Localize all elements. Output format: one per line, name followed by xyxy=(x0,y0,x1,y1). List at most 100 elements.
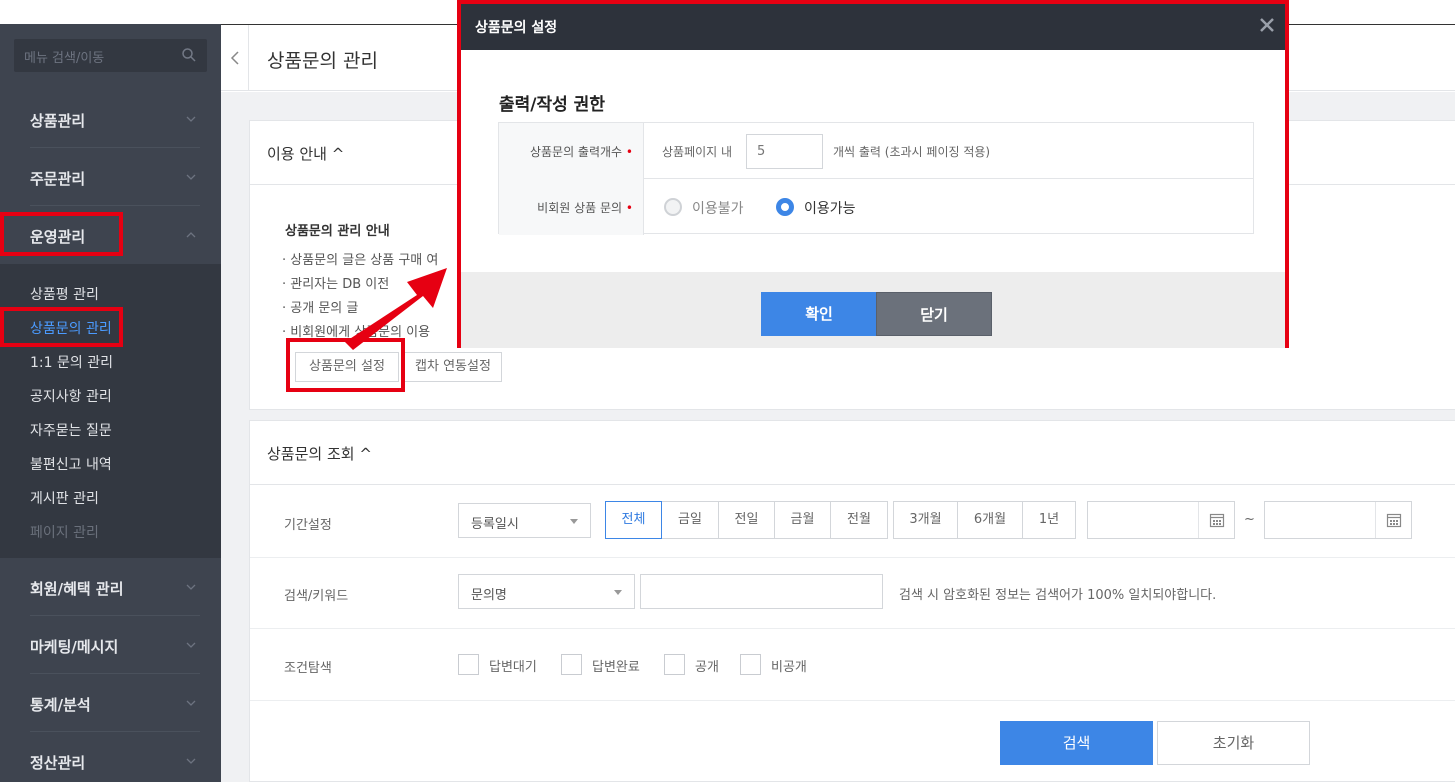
keyword-type-select[interactable]: 문의명 xyxy=(458,574,635,609)
reset-button[interactable]: 초기화 xyxy=(1157,721,1310,765)
sidebar-group-label: 상품관리 xyxy=(30,112,86,130)
sidebar: 메뉴 검색/이동 상품관리 주문관리 운영관리 상품평 관리 상품문의 관리 1… xyxy=(0,24,221,782)
chevron-down-icon xyxy=(186,642,196,648)
settings-table: 상품문의 출력개수 • 상품페이지 내 5 개씩 출력 (초과시 페이징 적용)… xyxy=(498,122,1254,235)
close-icon[interactable] xyxy=(1257,15,1277,35)
sidebar-group-stats[interactable]: 통계/분석 xyxy=(30,674,200,732)
row-divider xyxy=(250,700,1455,701)
keyword-input[interactable] xyxy=(640,574,883,609)
sidebar-group-label: 마케팅/메시지 xyxy=(30,638,119,656)
sidebar-group-marketing[interactable]: 마케팅/메시지 xyxy=(30,616,200,674)
checkbox-private[interactable] xyxy=(740,654,761,675)
output-count-label: 상품문의 출력개수 xyxy=(529,145,623,159)
keyword-hint: 검색 시 암호화된 정보는 검색어가 100% 일치되야합니다. xyxy=(899,588,1217,603)
sidebar-group-product[interactable]: 상품관리 xyxy=(30,90,200,148)
sidebar-item-notice[interactable]: 공지사항 관리 xyxy=(30,386,112,406)
required-mark: • xyxy=(625,201,633,215)
calendar-icon xyxy=(1209,513,1225,528)
sidebar-item-review[interactable]: 상품평 관리 xyxy=(30,284,99,304)
calendar-icon xyxy=(1386,513,1402,528)
modal-title: 상품문의 설정 xyxy=(475,20,558,36)
period-label: 기간설정 xyxy=(284,518,332,533)
period-option-today[interactable]: 금일 xyxy=(661,501,719,539)
calendar-button[interactable] xyxy=(1375,502,1411,538)
search-panel-header[interactable]: 상품문의 조회 ^ xyxy=(250,421,1455,485)
sidebar-group-settlement[interactable]: 정산관리 xyxy=(30,732,200,782)
sidebar-item-board[interactable]: 게시판 관리 xyxy=(30,488,99,508)
menu-search-placeholder: 메뉴 검색/이동 xyxy=(24,51,105,66)
period-option-1-year[interactable]: 1년 xyxy=(1022,501,1076,539)
close-button[interactable]: 닫기 xyxy=(876,292,992,336)
radio-available-label: 이용가능 xyxy=(804,201,856,217)
output-count-value: 5 xyxy=(757,144,766,159)
sidebar-group-label: 정산관리 xyxy=(30,754,86,772)
settings-row-label: 상품문의 출력개수 • xyxy=(499,123,644,179)
search-icon[interactable] xyxy=(181,47,197,63)
sidebar-item-one-to-one[interactable]: 1:1 문의 관리 xyxy=(30,352,113,372)
output-count-prefix: 상품페이지 내 xyxy=(662,145,733,159)
modal-footer: 확인 닫기 xyxy=(461,272,1285,348)
chevron-up-icon xyxy=(186,232,196,238)
row-divider xyxy=(250,628,1455,629)
collapse-sidebar-button[interactable] xyxy=(221,25,249,91)
checkbox-waiting[interactable] xyxy=(458,654,479,675)
period-option-this-month[interactable]: 금월 xyxy=(774,501,831,539)
modal-subtitle: 출력/작성 권한 xyxy=(499,95,605,115)
guide-title: 상품문의 관리 안내 xyxy=(285,224,390,239)
date-range-tilde: ~ xyxy=(1244,512,1255,527)
caret-down-icon xyxy=(570,519,578,524)
settings-row-output-count: 상품문의 출력개수 • 상품페이지 내 5 개씩 출력 (초과시 페이징 적용) xyxy=(499,123,1253,179)
confirm-button[interactable]: 확인 xyxy=(761,292,877,336)
required-mark: • xyxy=(625,145,633,159)
chevron-down-icon xyxy=(186,174,196,180)
period-option-3-months[interactable]: 3개월 xyxy=(893,501,958,539)
guide-section-title: 이용 안내 ^ xyxy=(267,145,345,163)
sidebar-item-faq[interactable]: 자주묻는 질문 xyxy=(30,420,112,440)
radio-available[interactable] xyxy=(776,198,794,216)
search-button[interactable]: 검색 xyxy=(1000,721,1153,765)
chevron-down-icon xyxy=(186,116,196,122)
output-count-input[interactable]: 5 xyxy=(746,134,823,169)
checkbox-private-label: 비공개 xyxy=(771,660,807,675)
checkbox-public[interactable] xyxy=(664,654,685,675)
sidebar-group-label: 통계/분석 xyxy=(30,696,91,714)
sidebar-item-complaint[interactable]: 불편신고 내역 xyxy=(30,454,112,474)
page-title: 상품문의 관리 xyxy=(267,50,378,72)
caret-down-icon xyxy=(614,590,622,595)
output-count-suffix: 개씩 출력 (초과시 페이징 적용) xyxy=(833,145,991,159)
period-type-value: 등록일시 xyxy=(471,517,519,532)
annotation-arrow-icon xyxy=(345,268,447,350)
period-option-last-month[interactable]: 전월 xyxy=(830,501,888,539)
settings-row-guest-inquiry: 비회원 상품 문의 • 이용불가 이용가능 xyxy=(499,179,1253,235)
end-date-input[interactable] xyxy=(1264,501,1412,539)
period-option-all[interactable]: 전체 xyxy=(605,501,662,539)
chevron-left-icon xyxy=(230,51,239,65)
menu-search-input[interactable]: 메뉴 검색/이동 xyxy=(14,39,207,72)
period-option-6-months[interactable]: 6개월 xyxy=(957,501,1023,539)
settings-row-label: 비회원 상품 문의 • xyxy=(499,179,644,235)
chevron-down-icon xyxy=(186,700,196,706)
highlight-operation-menu xyxy=(0,212,123,256)
sidebar-group-order[interactable]: 주문관리 xyxy=(30,148,200,206)
sidebar-group-label: 주문관리 xyxy=(30,170,86,188)
chevron-down-icon xyxy=(186,758,196,764)
checkbox-waiting-label: 답변대기 xyxy=(489,660,537,675)
row-divider xyxy=(250,557,1455,558)
checkbox-answered[interactable] xyxy=(561,654,582,675)
start-date-input[interactable] xyxy=(1087,501,1235,539)
calendar-button[interactable] xyxy=(1198,502,1234,538)
chevron-down-icon xyxy=(186,584,196,590)
product-inquiry-settings-modal: 상품문의 설정 출력/작성 권한 상품문의 출력개수 • 상품페이지 내 5 개… xyxy=(457,0,1289,348)
sidebar-group-member[interactable]: 회원/혜택 관리 xyxy=(30,558,200,616)
modal-header: 상품문의 설정 xyxy=(461,4,1285,50)
radio-unavailable[interactable] xyxy=(664,198,682,216)
period-type-select[interactable]: 등록일시 xyxy=(458,503,591,538)
condition-label: 조건탐색 xyxy=(284,661,332,676)
search-section-title: 상품문의 조회 ^ xyxy=(267,445,372,463)
checkbox-public-label: 공개 xyxy=(695,660,719,675)
sidebar-item-page[interactable]: 페이지 관리 xyxy=(30,522,99,542)
keyword-label: 검색/키워드 xyxy=(284,589,349,604)
highlight-product-inquiry-menu xyxy=(0,307,123,347)
checkbox-answered-label: 답변완료 xyxy=(592,660,640,675)
period-option-yesterday[interactable]: 전일 xyxy=(718,501,775,539)
